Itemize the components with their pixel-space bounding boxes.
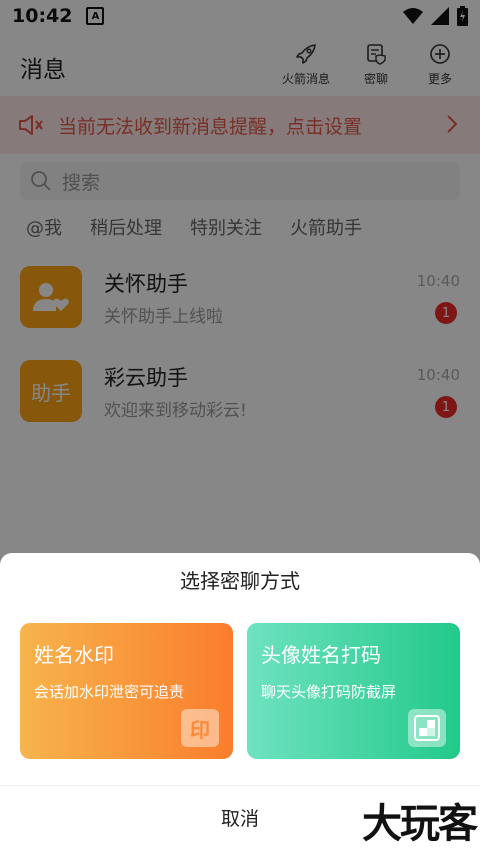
sheet-title: 选择密聊方式 bbox=[180, 569, 300, 593]
name-watermark-option[interactable]: 姓名水印 会话加水印泄密可追责 印 bbox=[20, 623, 233, 759]
option-desc: 聊天头像打码防截屏 bbox=[261, 683, 397, 701]
secret-chat-sheet: 选择密聊方式 姓名水印 会话加水印泄密可追责 印 头像姓名打码 聊天头像打码防截… bbox=[0, 553, 480, 853]
option-title: 姓名水印 bbox=[34, 643, 114, 667]
seal-icon: 印 bbox=[181, 709, 219, 747]
mosaic-icon bbox=[408, 709, 446, 747]
watermark-logo: 大玩客 bbox=[362, 801, 478, 847]
option-title: 头像姓名打码 bbox=[261, 643, 381, 667]
avatar-mosaic-option[interactable]: 头像姓名打码 聊天头像打码防截屏 bbox=[247, 623, 460, 759]
option-desc: 会话加水印泄密可追责 bbox=[34, 683, 185, 701]
